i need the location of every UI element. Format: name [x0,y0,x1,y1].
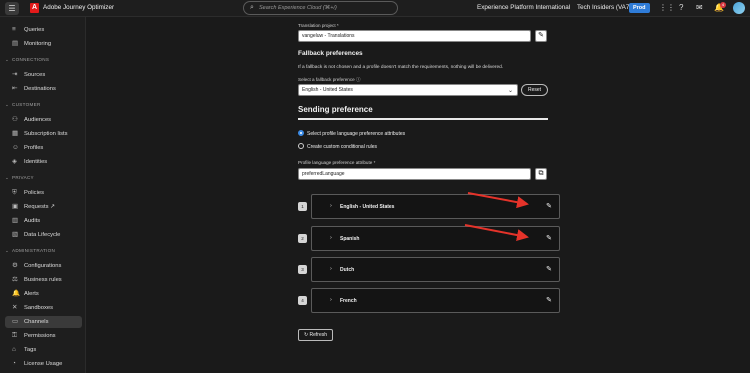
sidebar-item-tags[interactable]: ⌂ Tags [5,344,82,356]
search-placeholder: Search Experience Cloud (⌘+/) [259,5,337,11]
profiles-icon: ☺ [12,144,19,151]
sidebar-item-monitoring[interactable]: ▤ Monitoring [5,38,82,50]
channels-icon: ▭ [12,318,19,325]
permissions-icon: ⚿ [12,332,17,339]
env-badge[interactable]: Prod [629,3,650,13]
monitoring-icon: ▤ [12,40,19,47]
sidebar-item-profiles[interactable]: ☺ Profiles [5,142,82,154]
arrow-to-english-edit [467,192,529,209]
queries-icon: ≡ [12,26,16,33]
sources-icon: ⇥ [12,71,18,78]
data-lifecycle-icon: ▧ [12,231,19,238]
sidebar-item-data-lifecycle[interactable]: ▧ Data Lifecycle [5,229,82,241]
sidebar-item-permissions[interactable]: ⚿ Permissions [5,330,82,342]
sidebar-item-requests[interactable]: ▣ Requests ↗ [5,201,82,213]
sidebar-item-identities[interactable]: ◈ Identities [5,156,82,168]
audits-icon: ▥ [12,217,19,224]
sidebar-item-sources[interactable]: ⇥ Sources [5,69,82,81]
apps-grid-icon[interactable]: ⋮⋮ [659,3,675,13]
search-icon: ⌕ [250,4,254,11]
feedback-icon[interactable]: ✉ [696,3,703,13]
sidebar-header-connections[interactable]: ⌄ CONNECTIONS [5,57,49,65]
adobe-logo-icon: A [30,3,39,13]
sidebar-item-audits[interactable]: ▥ Audits [5,215,82,227]
sidebar-item-destinations[interactable]: ⇤ Destinations [5,83,82,95]
configurations-icon: ⚙ [12,262,18,269]
sidebar-item-channels[interactable]: ▭ Channels [5,316,82,328]
sidebar-item-subscription-lists[interactable]: ▦ Subscription lists [5,128,82,140]
audiences-icon: ⚇ [12,116,18,123]
subscription-lists-icon: ▦ [12,130,19,137]
search-input[interactable]: ⌕ Search Experience Cloud (⌘+/) [243,1,398,15]
sidebar-item-audiences[interactable]: ⚇ Audiences [5,114,82,126]
sidebar-header-administration[interactable]: ⌄ ADMINISTRATION [5,248,55,256]
destinations-icon: ⇤ [12,85,18,92]
sandbox-switcher[interactable]: Tech Insiders (VA7) [577,4,631,11]
app-title: Adobe Journey Optimizer [43,4,115,11]
top-bar: ☰ A Adobe Journey Optimizer ⌕ Search Exp… [0,0,750,17]
annotation-arrows [464,192,529,241]
sidebar-item-alerts[interactable]: 🔔 Alerts [5,288,82,300]
sidebar-item-queries[interactable]: ≡ Queries [5,24,82,36]
help-icon[interactable]: ? [679,3,683,13]
main-content: Translation project * vangeluw - Transla… [87,17,750,373]
sidebar-header-privacy[interactable]: ⌄ PRIVACY [5,175,34,183]
notification-count: 4 [720,2,726,8]
sidebar-item-business-rules[interactable]: ⚖ Business rules [5,274,82,286]
sidebar-item-policies[interactable]: ⛨ Policies [5,187,82,199]
arrow-to-spanish-edit [464,224,529,241]
sidebar-header-customer[interactable]: ⌄ CUSTOMER [5,102,41,110]
sidebar: ≡ Queries ▤ Monitoring ⌄ CONNECTIONS ⇥ So… [0,17,86,373]
requests-icon: ▣ [12,203,19,210]
sidebar-item-sandboxes[interactable]: ✕ Sandboxes [5,302,82,314]
license-usage-icon: ◔ [12,360,16,367]
business-rules-icon: ⚖ [12,276,18,283]
sidebar-item-configurations[interactable]: ⚙ Configurations [5,260,82,272]
user-avatar[interactable] [733,2,745,14]
alerts-icon: 🔔 [12,290,21,297]
sandboxes-icon: ✕ [12,304,18,311]
policies-icon: ⛨ [12,189,17,196]
org-switcher[interactable]: Experience Platform International [477,4,570,11]
menu-icon[interactable]: ☰ [5,2,19,15]
identities-icon: ◈ [12,158,17,165]
tags-icon: ⌂ [12,346,16,353]
sidebar-item-license-usage[interactable]: ◔ License Usage [5,358,82,370]
